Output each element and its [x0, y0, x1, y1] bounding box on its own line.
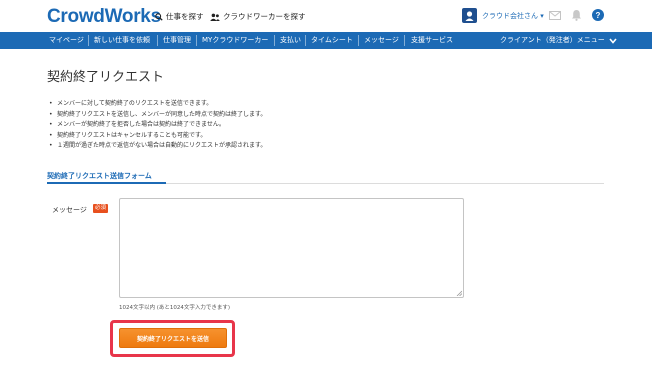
mail-icon[interactable] [549, 11, 561, 20]
find-workers-label: クラウドワーカーを探す [223, 12, 306, 21]
nav-item-messages[interactable]: メッセージ [364, 32, 399, 49]
top-header: CrowdWorks 仕事を探す クラウドワーカーを探す クラウド会社さん ▾ … [0, 0, 652, 32]
client-menu-label: クライアント（発注者）メニュー [500, 36, 605, 44]
list-item: 契約終了リクエストはキャンセルすることも可能です。 [49, 131, 266, 142]
nav-divider [305, 35, 306, 46]
chevron-down-icon [609, 37, 617, 44]
nav-divider [157, 35, 158, 46]
page-title: 契約終了リクエスト [47, 70, 165, 85]
find-workers-link[interactable]: クラウドワーカーを探す [210, 11, 306, 22]
avatar[interactable] [462, 8, 477, 23]
company-menu[interactable]: クラウド会社さん ▾ [482, 11, 544, 21]
nav-divider [404, 35, 405, 46]
list-item: メンバーが契約終了を拒否した場合は契約は終了できません。 [49, 120, 266, 131]
list-item: 契約終了リクエストを送信し、メンバーが同意した時点で契約は終了します。 [49, 110, 266, 121]
list-item: メンバーに対して契約終了のリクエストを送信できます。 [49, 99, 266, 110]
nav-divider [274, 35, 275, 46]
nav-item-support-services[interactable]: 支援サービス [411, 32, 453, 49]
nav-divider [196, 35, 197, 46]
nav-item-new-job[interactable]: 新しい仕事を依頼 [94, 32, 150, 49]
nav-item-timesheet[interactable]: タイムシート [311, 32, 353, 49]
section-title-underline [47, 182, 166, 184]
logo[interactable]: CrowdWorks [47, 6, 161, 28]
form-section-title: 契約終了リクエスト送信フォーム [47, 172, 152, 180]
users-icon [210, 13, 220, 21]
bell-icon[interactable] [571, 9, 582, 21]
nav-item-payments[interactable]: 支払い [280, 32, 301, 49]
message-textarea[interactable] [119, 198, 464, 298]
message-label: メッセージ [52, 206, 87, 214]
character-count-note: 1024文字以内 (あと1024文字入力できます) [119, 305, 231, 311]
nav-item-job-management[interactable]: 仕事管理 [163, 32, 191, 49]
find-jobs-link[interactable]: 仕事を探す [155, 11, 204, 22]
client-menu[interactable]: クライアント（発注者）メニュー [500, 32, 617, 49]
list-item: １週間が過ぎた時点で返信がない場合は自動的にリクエストが承認されます。 [49, 141, 266, 152]
nav-divider [88, 35, 89, 46]
required-badge: 必須 [93, 204, 108, 213]
nav-divider [358, 35, 359, 46]
main-nav: マイページ 新しい仕事を依頼 仕事管理 MYクラウドワーカー 支払い タイムシー… [0, 32, 652, 49]
nav-item-mypage[interactable]: マイページ [49, 32, 84, 49]
instructions-list: メンバーに対して契約終了のリクエストを送信できます。 契約終了リクエストを送信し… [49, 99, 266, 152]
avatar-icon [465, 11, 474, 21]
resize-handle-icon[interactable] [456, 290, 462, 296]
nav-item-my-workers[interactable]: MYクラウドワーカー [202, 32, 268, 49]
find-jobs-label: 仕事を探す [166, 12, 204, 21]
submit-button[interactable]: 契約終了リクエストを送信 [119, 328, 227, 348]
search-icon [155, 12, 163, 21]
help-icon[interactable]: ? [592, 9, 604, 21]
svg-text:?: ? [596, 11, 601, 20]
